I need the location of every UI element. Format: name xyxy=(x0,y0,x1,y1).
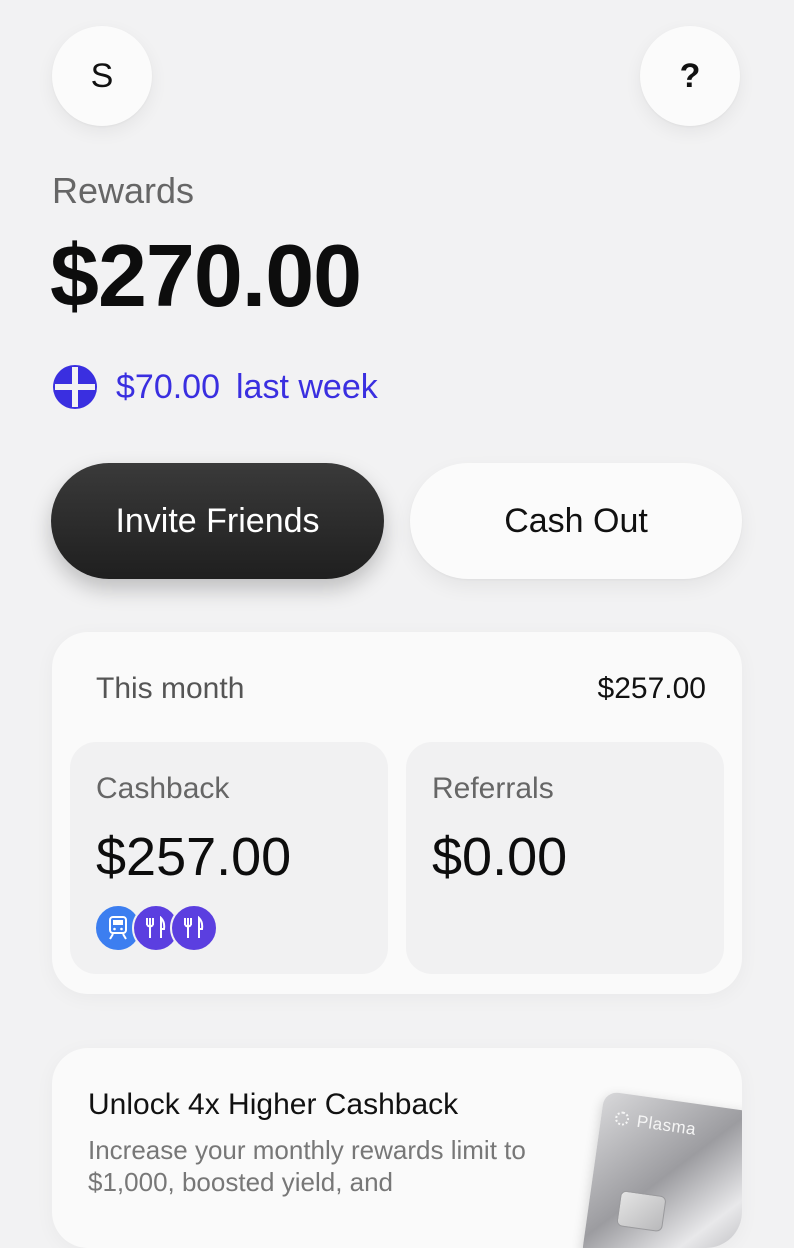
cashback-card[interactable]: Cashback $257.00 xyxy=(70,742,388,974)
upgrade-promo-card[interactable]: Unlock 4x Higher Cashback Increase your … xyxy=(52,1048,742,1248)
help-icon: ? xyxy=(679,56,701,95)
rewards-title: Rewards xyxy=(52,170,195,211)
invite-friends-button[interactable]: Invite Friends xyxy=(51,463,384,579)
this-month-label: This month xyxy=(96,672,245,705)
promo-description: Increase your monthly rewards limit to $… xyxy=(88,1135,526,1197)
this-month-card: This month $257.00 Cashback $257.00 Refe… xyxy=(52,632,742,994)
cashback-amount: $257.00 xyxy=(96,827,292,887)
card-chip-icon xyxy=(616,1190,667,1233)
help-button[interactable]: ? xyxy=(640,26,740,126)
this-month-total: $257.00 xyxy=(597,672,706,705)
plasma-logo-icon xyxy=(53,365,97,409)
rewards-balance: $270.00 xyxy=(50,226,362,325)
cashback-label: Cashback xyxy=(96,772,230,805)
card-brand-label: Plasma xyxy=(635,1111,698,1139)
weekly-label: last week xyxy=(236,367,378,406)
plasma-card-image: Plasma xyxy=(581,1090,742,1248)
cashback-categories xyxy=(94,904,218,952)
referrals-card[interactable]: Referrals $0.00 xyxy=(406,742,724,974)
avatar-button[interactable]: S xyxy=(52,26,152,126)
weekly-amount: $70.00 xyxy=(116,367,220,406)
referrals-amount: $0.00 xyxy=(432,827,568,887)
promo-title: Unlock 4x Higher Cashback xyxy=(88,1088,459,1121)
plasma-logo-icon xyxy=(614,1110,631,1127)
avatar-initial: S xyxy=(90,56,114,95)
referrals-label: Referrals xyxy=(432,772,554,805)
cash-out-button[interactable]: Cash Out xyxy=(410,463,742,579)
fork-knife-icon xyxy=(170,904,218,952)
weekly-earnings: $70.00 last week xyxy=(52,364,378,410)
